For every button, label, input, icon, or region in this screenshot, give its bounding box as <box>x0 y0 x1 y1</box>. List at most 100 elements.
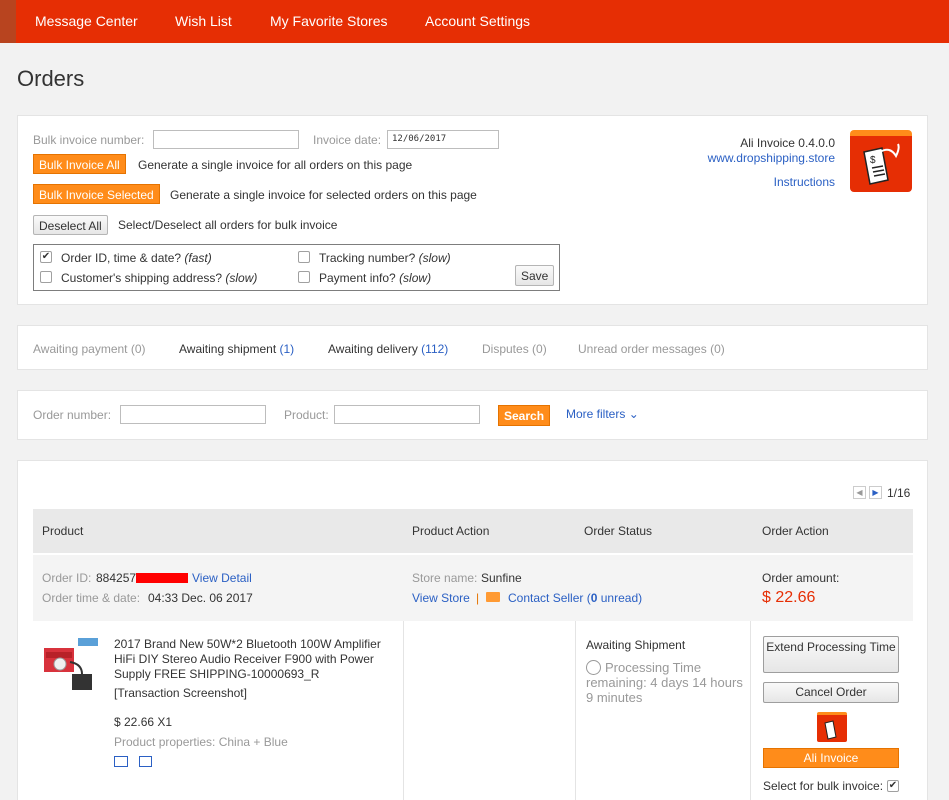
tab-awaiting-delivery-label: Awaiting delivery <box>328 342 418 356</box>
bulk-invoice-number-label: Bulk invoice number: <box>33 133 145 147</box>
order-status: Awaiting Shipment <box>586 638 686 652</box>
tab-disputes-label: Disputes <box>482 342 529 356</box>
tab-unread-messages[interactable]: Unread order messages (0) <box>578 342 725 356</box>
order-amount-value: $ 22.66 <box>762 589 816 606</box>
payment-option-label: Payment info? <box>319 271 396 285</box>
divider-1 <box>403 621 404 800</box>
order-id-option-speed: (fast) <box>184 251 212 265</box>
order-number-input[interactable] <box>120 405 266 424</box>
order-id-value: 884257 <box>96 571 137 585</box>
extend-processing-button[interactable]: Extend Processing Time <box>763 636 899 673</box>
filter-bar: Order number: Product: Search More filte… <box>17 390 928 440</box>
tab-awaiting-shipment[interactable]: Awaiting shipment (1) <box>179 342 294 356</box>
order-number-label: Order number: <box>33 408 112 422</box>
product-price: $ 22.66 X1 <box>114 715 173 729</box>
store-name-value: Sunfine <box>481 571 522 585</box>
ali-invoice-logo: $ <box>850 130 912 192</box>
col-product: Product <box>42 524 84 538</box>
tab-awaiting-payment[interactable]: Awaiting payment (0) <box>33 342 146 356</box>
shipping-truck-icon[interactable] <box>114 756 128 767</box>
cancel-order-button[interactable]: Cancel Order <box>763 682 899 703</box>
invoice-tag-icon: $ <box>863 143 900 185</box>
payment-checkbox[interactable] <box>298 271 310 283</box>
nav-wish-list[interactable]: Wish List <box>175 13 232 29</box>
bulk-invoice-selected-desc: Generate a single invoice for selected o… <box>170 188 477 202</box>
divider-3 <box>750 621 751 800</box>
col-product-action: Product Action <box>412 524 490 538</box>
invoice-date-label: Invoice date: <box>313 133 382 147</box>
payment-option: Payment info? (slow) <box>319 271 431 285</box>
mail-icon <box>486 592 500 602</box>
product-label: Product: <box>284 408 329 422</box>
tracking-option: Tracking number? (slow) <box>319 251 451 265</box>
bulk-select-checkbox[interactable]: ✔ <box>887 780 899 792</box>
order-id-option-label: Order ID, time & date? <box>61 251 182 265</box>
product-thumbnail[interactable] <box>42 634 102 694</box>
separator: | <box>476 591 480 605</box>
view-store-link[interactable]: View Store <box>412 591 470 605</box>
page-title: Orders <box>17 66 85 91</box>
orders-table: ◀ ▶ 1/16 Product Product Action Order St… <box>17 460 928 800</box>
nav-account-settings[interactable]: Account Settings <box>425 13 530 29</box>
processing-time: Processing Time remaining: 4 days 14 hou… <box>586 660 743 705</box>
product-input[interactable] <box>334 405 480 424</box>
tab-awaiting-shipment-count: (1) <box>279 342 295 356</box>
tracking-checkbox[interactable] <box>298 251 310 263</box>
document-icon[interactable] <box>139 756 152 767</box>
tab-unread-messages-label: Unread order messages <box>578 342 707 356</box>
contact-seller-link[interactable]: Contact Seller (0 unread) <box>508 591 642 605</box>
view-detail-link[interactable]: View Detail <box>192 571 252 585</box>
order-time-value: 04:33 Dec. 06 2017 <box>148 591 253 605</box>
tab-disputes-count: (0) <box>532 342 547 356</box>
col-order-action: Order Action <box>762 524 829 538</box>
tab-awaiting-payment-label: Awaiting payment <box>33 342 128 356</box>
app-name: Ali Invoice 0.4.0.0 <box>740 136 835 150</box>
deselect-all-desc: Select/Deselect all orders for bulk invo… <box>118 218 338 232</box>
amplifier-image-icon <box>44 638 98 690</box>
tab-awaiting-delivery[interactable]: Awaiting delivery (112) <box>328 342 448 356</box>
bulk-select-label: Select for bulk invoice: <box>763 779 884 793</box>
tracking-option-label: Tracking number? <box>319 251 416 265</box>
bulk-invoice-selected-button[interactable]: Bulk Invoice Selected <box>33 184 160 204</box>
shipping-address-checkbox[interactable] <box>40 271 52 283</box>
tab-awaiting-payment-count: (0) <box>130 342 146 356</box>
bulk-invoice-all-button[interactable]: Bulk Invoice All <box>33 154 126 174</box>
transaction-screenshot-link[interactable]: [Transaction Screenshot] <box>114 686 247 700</box>
nav-message-center[interactable]: Message Center <box>35 13 138 29</box>
unread-label: unread <box>600 591 639 605</box>
ali-invoice-button[interactable]: Ali Invoice <box>763 748 899 768</box>
shipping-address-option-label: Customer's shipping address? <box>61 271 223 285</box>
payment-option-speed: (slow) <box>399 271 432 285</box>
instructions-link[interactable]: Instructions <box>774 175 835 189</box>
tab-awaiting-shipment-label: Awaiting shipment <box>179 342 277 356</box>
order-id-option: Order ID, time & date? (fast) <box>61 251 212 265</box>
order-id-checkbox[interactable]: ✔ <box>40 251 52 263</box>
order-header-row <box>33 553 913 621</box>
page-indicator: 1/16 <box>887 486 911 500</box>
order-id-label: Order ID: <box>42 571 92 585</box>
invoice-date-input[interactable]: 12/06/2017 <box>387 130 499 149</box>
product-title[interactable]: 2017 Brand New 50W*2 Bluetooth 100W Ampl… <box>114 637 394 682</box>
prev-page-icon[interactable]: ◀ <box>853 486 866 499</box>
top-nav: Message Center Wish List My Favorite Sto… <box>0 0 949 43</box>
ali-invoice-small-icon[interactable] <box>817 712 847 742</box>
nav-edge <box>0 0 16 43</box>
bulk-invoice-number-input[interactable] <box>153 130 299 149</box>
more-filters-link[interactable]: More filters ⌄ <box>566 407 639 421</box>
next-page-icon[interactable]: ▶ <box>869 486 882 499</box>
store-name-label: Store name: <box>412 571 478 585</box>
invoice-panel: Bulk invoice number: Invoice date: 12/06… <box>17 115 928 305</box>
search-button[interactable]: Search <box>498 405 551 426</box>
app-site-link[interactable]: www.dropshipping.store <box>708 151 835 165</box>
tab-awaiting-delivery-count: (112) <box>421 342 449 356</box>
status-tabs: Awaiting payment (0) Awaiting shipment (… <box>17 325 928 370</box>
shipping-address-option-speed: (slow) <box>225 271 258 285</box>
shipping-address-option: Customer's shipping address? (slow) <box>61 271 257 285</box>
save-button[interactable]: Save <box>515 265 555 286</box>
chevron-down-icon: ⌄ <box>628 407 639 421</box>
tab-disputes[interactable]: Disputes (0) <box>482 342 547 356</box>
col-order-status: Order Status <box>584 524 653 538</box>
nav-favorite-stores[interactable]: My Favorite Stores <box>270 13 387 29</box>
invoice-small-tag-icon <box>824 720 837 740</box>
deselect-all-button[interactable]: Deselect All <box>33 215 108 235</box>
